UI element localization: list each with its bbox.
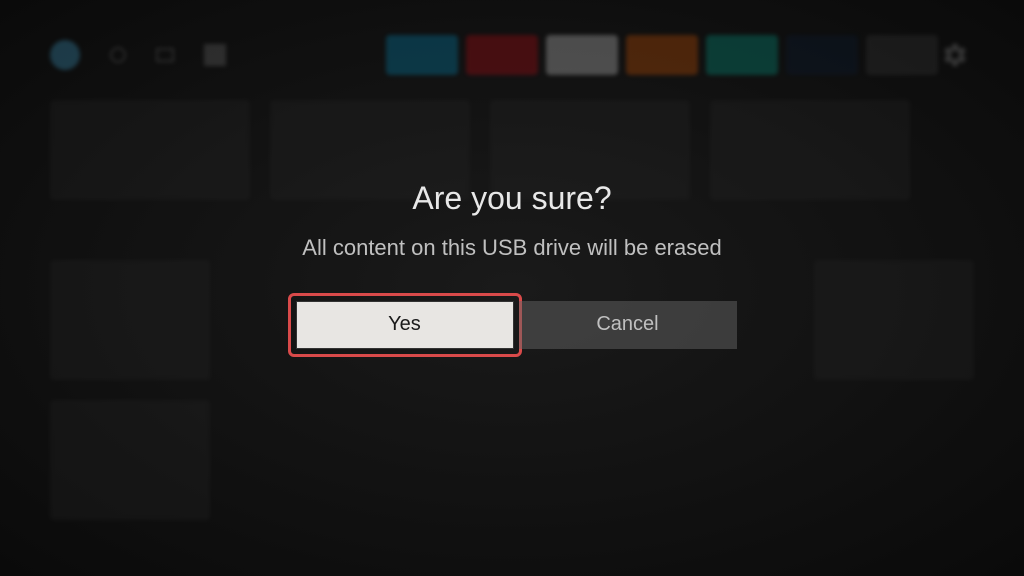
dialog-title: Are you sure? xyxy=(412,180,611,217)
yes-button-highlight: Yes xyxy=(288,293,522,357)
dialog-button-row: Yes Cancel xyxy=(288,293,737,357)
dialog-message: All content on this USB drive will be er… xyxy=(302,235,721,261)
yes-button[interactable]: Yes xyxy=(296,301,514,349)
confirmation-dialog: Are you sure? All content on this USB dr… xyxy=(0,0,1024,576)
cancel-button[interactable]: Cancel xyxy=(519,301,737,349)
